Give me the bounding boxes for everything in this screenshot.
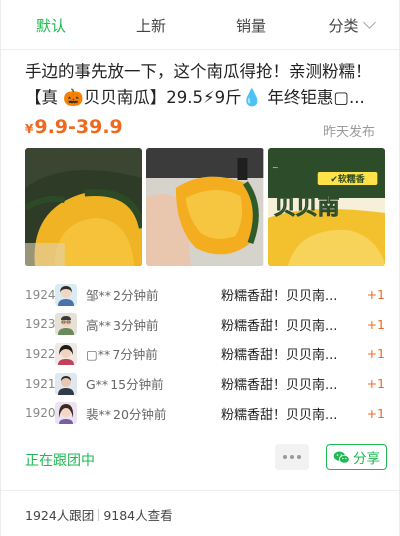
tab-label: 销量 [235, 16, 266, 35]
order-number: 1921 [25, 376, 56, 391]
price-range: 9.9-39.9 [34, 116, 123, 138]
promo-badge-text: ✔软糯香 [330, 173, 365, 185]
order-user: 邹** 2分钟前 [86, 285, 221, 304]
tab-label: 上新 [135, 16, 166, 35]
divider [1, 490, 400, 491]
order-time: 7分钟前 [112, 347, 158, 363]
following-status: 正在跟团中 [25, 453, 95, 469]
order-user: ▢** 7分钟前 [86, 344, 221, 363]
order-row[interactable]: 1921 G** 15分钟前 粉糯香甜！贝贝南... +1 [25, 369, 385, 399]
user-name: 裴** [86, 406, 112, 422]
order-row[interactable]: 1922 ▢** 7分钟前 粉糯香甜！贝贝南... +1 [25, 339, 385, 369]
avatar [55, 372, 77, 395]
share-button[interactable]: 分享 [326, 444, 387, 470]
order-row[interactable]: 1924 邹** 2分钟前 粉糯香甜！贝贝南... +1 [25, 280, 385, 310]
posted-time: 昨天发布 [322, 125, 375, 140]
price: ¥9.9-39.9 [25, 116, 123, 138]
order-quantity: +1 [366, 376, 385, 392]
tab-newest[interactable]: 上新 [101, 0, 201, 50]
order-number: 1922 [25, 346, 56, 361]
avatar [55, 402, 77, 425]
avatar [55, 283, 77, 306]
tab-label: 默认 [35, 16, 66, 35]
order-time: 20分钟前 [113, 406, 167, 422]
group-buy-card: 默认 上新 销量 分类 手边的事先放一下，这个南瓜得抢！亲测粉糯！【真 🎃贝贝南… [0, 0, 400, 536]
order-user: 裴** 20分钟前 [86, 404, 221, 423]
order-time: 15分钟前 [110, 377, 164, 393]
order-user: 高** 3分钟前 [86, 315, 221, 334]
order-comment: 粉糯香甜！贝贝南... [221, 318, 338, 334]
followers-count: 1924人跟团 [25, 508, 95, 523]
share-label: 分享 [353, 451, 380, 467]
user-name: 邹** [86, 288, 112, 304]
order-list: 1924 邹** 2分钟前 粉糯香甜！贝贝南... +1 1923 高** 3分钟前… [25, 280, 385, 428]
user-name: ▢** [86, 347, 111, 363]
group-stats: 1924人跟团 9184人查看 [25, 505, 173, 524]
order-row[interactable]: 1923 高** 3分钟前 粉糯香甜！贝贝南... +1 [25, 310, 385, 340]
tab-sales[interactable]: 销量 [201, 0, 301, 50]
stats-separator [98, 508, 100, 521]
tab-category[interactable]: 分类 [301, 0, 400, 50]
order-row[interactable]: 1920 裴** 20分钟前 粉糯香甜！贝贝南... +1 [25, 398, 385, 428]
order-quantity: +1 [366, 316, 385, 332]
pumpkin-whole-photo[interactable] [25, 148, 143, 266]
order-quantity: +1 [366, 287, 385, 303]
order-quantity: +1 [366, 405, 385, 421]
order-time: 2分钟前 [113, 288, 159, 304]
order-comment: 粉糯香甜！贝贝南... [221, 378, 338, 394]
order-comment: 粉糯香甜！贝贝南... [221, 289, 338, 305]
views-count: 9184人查看 [103, 508, 173, 523]
wechat-icon [333, 450, 350, 464]
product-images: ✔软糯香 ~ 贝贝南 [25, 148, 385, 266]
order-number: 1920 [25, 406, 56, 421]
order-comment: 粉糯香甜！贝贝南... [221, 348, 338, 364]
order-number: 1924 [25, 287, 56, 302]
price-currency: ¥ [25, 122, 34, 136]
order-comment: 粉糯香甜！贝贝南... [221, 407, 338, 423]
promo-big-text: 贝贝南 [274, 195, 340, 220]
pumpkin-hand-photo[interactable] [146, 148, 264, 266]
svg-text:~: ~ [272, 163, 279, 172]
avatar [55, 313, 77, 336]
user-name: 高** [86, 317, 112, 333]
chevron-down-icon [362, 16, 376, 29]
order-number: 1923 [25, 317, 56, 332]
user-name: G** [86, 377, 109, 393]
order-quantity: +1 [366, 346, 385, 362]
order-user: G** 15分钟前 [86, 374, 221, 393]
product-title[interactable]: 手边的事先放一下，这个南瓜得抢！亲测粉糯！【真 🎃贝贝南瓜】29.5⚡9斤💧 年… [25, 59, 385, 111]
sort-tabs: 默认 上新 销量 分类 [1, 0, 400, 50]
pumpkin-promo-photo[interactable]: ✔软糯香 ~ 贝贝南 [267, 148, 385, 266]
tab-label: 分类 [328, 16, 359, 35]
more-dots-icon[interactable] [275, 444, 309, 470]
order-time: 3分钟前 [113, 317, 159, 333]
avatar [55, 342, 77, 365]
tab-default[interactable]: 默认 [1, 0, 101, 50]
